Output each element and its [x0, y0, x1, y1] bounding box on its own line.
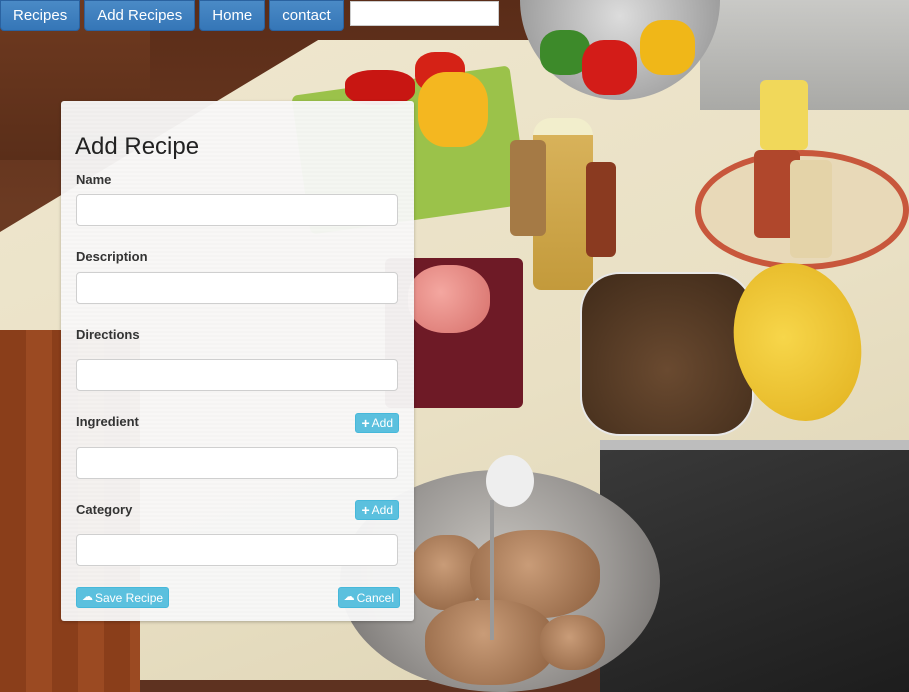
spice-jar-5	[790, 160, 832, 258]
form-title: Add Recipe	[75, 133, 200, 160]
red-pepper	[582, 40, 637, 95]
spice-jar-3	[760, 80, 808, 150]
add-category-label: Add	[371, 503, 393, 517]
category-field[interactable]	[76, 534, 398, 566]
raw-pork-chop	[408, 265, 490, 333]
category-label: Category	[76, 502, 133, 517]
add-recipe-form: Add Recipe Name Description Directions I…	[61, 101, 414, 621]
cloud-icon: ☁	[343, 591, 355, 603]
ingredient-label: Ingredient	[76, 414, 139, 429]
name-label: Name	[76, 172, 112, 187]
ingredient-field[interactable]	[76, 447, 398, 479]
thermometer-probe	[490, 500, 494, 640]
plus-icon: +	[361, 502, 370, 518]
food-container	[580, 272, 754, 436]
description-label: Description	[76, 249, 148, 264]
nav-home-button[interactable]: Home	[199, 0, 266, 31]
spice-jar-2	[586, 162, 616, 257]
plus-icon: +	[361, 415, 370, 431]
yellow-pepper	[640, 20, 695, 75]
cooked-chop-4	[540, 615, 605, 670]
nav-recipes-button[interactable]: Recipes	[0, 0, 81, 31]
cancel-label: Cancel	[356, 590, 394, 605]
spice-jar	[510, 140, 546, 236]
cloud-upload-icon: ☁	[82, 591, 93, 603]
directions-field[interactable]	[76, 359, 398, 391]
name-field[interactable]	[76, 194, 398, 226]
cancel-button[interactable]: ☁ Cancel	[337, 587, 400, 608]
save-recipe-button[interactable]: ☁ Save Recipe	[76, 587, 170, 608]
add-category-button[interactable]: + Add	[355, 500, 399, 520]
description-field[interactable]	[76, 272, 398, 304]
add-ingredient-button[interactable]: + Add	[355, 413, 399, 433]
directions-label: Directions	[76, 327, 140, 342]
top-nav: Recipes Add Recipes Home contact	[0, 0, 499, 31]
nav-add-recipes-button[interactable]: Add Recipes	[84, 0, 196, 31]
add-ingredient-label: Add	[371, 416, 393, 430]
nav-contact-button[interactable]: contact	[269, 0, 344, 31]
yellow-pepper-2	[418, 72, 488, 147]
search-input[interactable]	[349, 1, 499, 26]
thermometer	[486, 455, 534, 507]
save-recipe-label: Save Recipe	[95, 590, 164, 605]
tomatoes	[345, 70, 415, 105]
